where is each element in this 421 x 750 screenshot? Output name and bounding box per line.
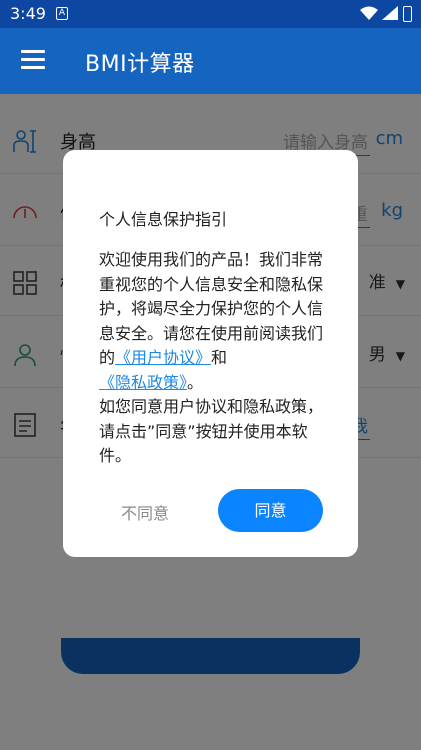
dialog-and-text: 和 xyxy=(211,348,228,367)
status-bar: 3:49 A xyxy=(0,0,421,28)
battery-icon xyxy=(403,6,412,22)
user-agreement-link[interactable]: 《用户协议》 xyxy=(115,348,211,367)
notification-icon: A xyxy=(56,7,68,20)
dialog-body: 欢迎使用我们的产品！我们非常重视您的个人信息安全和隐私保护，将竭尽全力保护您的个… xyxy=(99,248,329,469)
dialog-consent-text: 如您同意用户协议和隐私政策，请点击”同意”按钮并使用本软件。 xyxy=(99,397,324,465)
dialog-title: 个人信息保护指引 xyxy=(99,210,228,229)
disagree-button[interactable]: 不同意 xyxy=(121,500,169,524)
privacy-policy-link[interactable]: 《隐私政策》 xyxy=(99,373,187,392)
app-bar: BMI计算器 xyxy=(0,28,421,94)
app-title: BMI计算器 xyxy=(85,52,195,77)
agree-button[interactable]: 同意 xyxy=(218,489,323,532)
menu-icon[interactable] xyxy=(21,50,45,70)
wifi-icon xyxy=(360,6,378,20)
privacy-dialog: 个人信息保护指引 欢迎使用我们的产品！我们非常重视您的个人信息安全和隐私保护，将… xyxy=(63,150,358,557)
signal-icon xyxy=(382,6,398,20)
dialog-period: 。 xyxy=(187,372,204,392)
status-time: 3:49 xyxy=(10,4,46,23)
